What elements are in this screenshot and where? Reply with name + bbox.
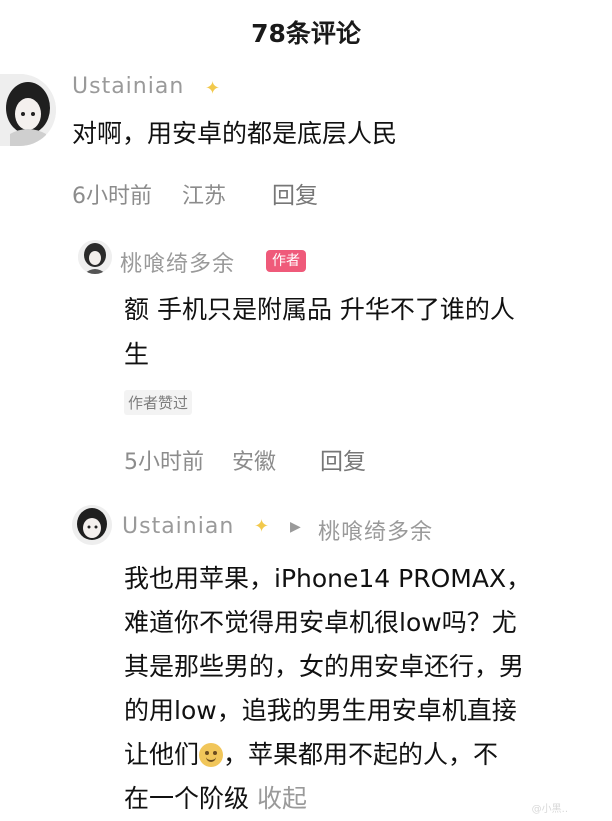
watermark: @小黑.. xyxy=(531,804,568,815)
comment-username[interactable]: Ustainian xyxy=(122,514,234,539)
author-liked-tag: 作者赞过 xyxy=(124,390,193,415)
comment-text-line: 生 xyxy=(124,340,150,369)
reply-to-username[interactable]: 桃喰绮多余 xyxy=(318,514,433,546)
anime-avatar-icon xyxy=(72,505,112,545)
last-line-text: 在一个阶级 xyxy=(124,784,250,813)
avatar-ustainian[interactable] xyxy=(0,74,56,146)
comment-text: 对啊，用安卓的都是底层人民 xyxy=(72,119,398,148)
sparkle-icon: ✦ xyxy=(254,516,270,537)
comment-text-line: 的用low，追我的男生用安卓机直接 xyxy=(124,696,517,725)
grin-emoji-icon xyxy=(199,743,224,767)
comment-text-line: 在一个阶级 收起 xyxy=(124,777,307,820)
line-text-before-emoji: 让他们 xyxy=(124,740,200,769)
avatar-author[interactable] xyxy=(78,240,112,274)
anime-avatar-icon xyxy=(0,74,56,146)
comment-username[interactable]: 桃喰绮多余 xyxy=(120,246,235,278)
comment-location: 江苏 xyxy=(182,184,227,209)
comment-text-line: 难道你不觉得用安卓机很low吗？尤 xyxy=(124,608,517,637)
comment-username[interactable]: Ustainian xyxy=(72,74,184,99)
anime-avatar-icon xyxy=(78,240,112,274)
comment-text-line: 我也用苹果，iPhone14 PROMAX， xyxy=(124,564,532,593)
comment-time: 6小时前 xyxy=(72,184,152,209)
author-badge: 作者 xyxy=(266,250,306,272)
collapse-button[interactable]: 收起 xyxy=(257,784,307,813)
line-text-after-emoji: ，苹果都用不起的人，不 xyxy=(223,740,499,769)
comment-text-line: 让他们 ，苹果都用不起的人，不 xyxy=(124,733,498,776)
reply-button[interactable]: 回复 xyxy=(320,442,366,476)
avatar-ustainian[interactable] xyxy=(72,505,112,545)
reply-arrow-icon: ▶ xyxy=(290,519,301,535)
comment-text-line: 额 手机只是附属品 升华不了谁的人 xyxy=(124,295,515,324)
comment-location: 安徽 xyxy=(232,450,277,475)
comment-text-line: 其是那些男的，女的用安卓还行，男 xyxy=(124,652,525,681)
sparkle-icon: ✦ xyxy=(205,78,221,99)
comment-count-title: 78条评论 xyxy=(251,19,361,48)
reply-button[interactable]: 回复 xyxy=(272,176,318,210)
comment-time: 5小时前 xyxy=(124,450,204,475)
